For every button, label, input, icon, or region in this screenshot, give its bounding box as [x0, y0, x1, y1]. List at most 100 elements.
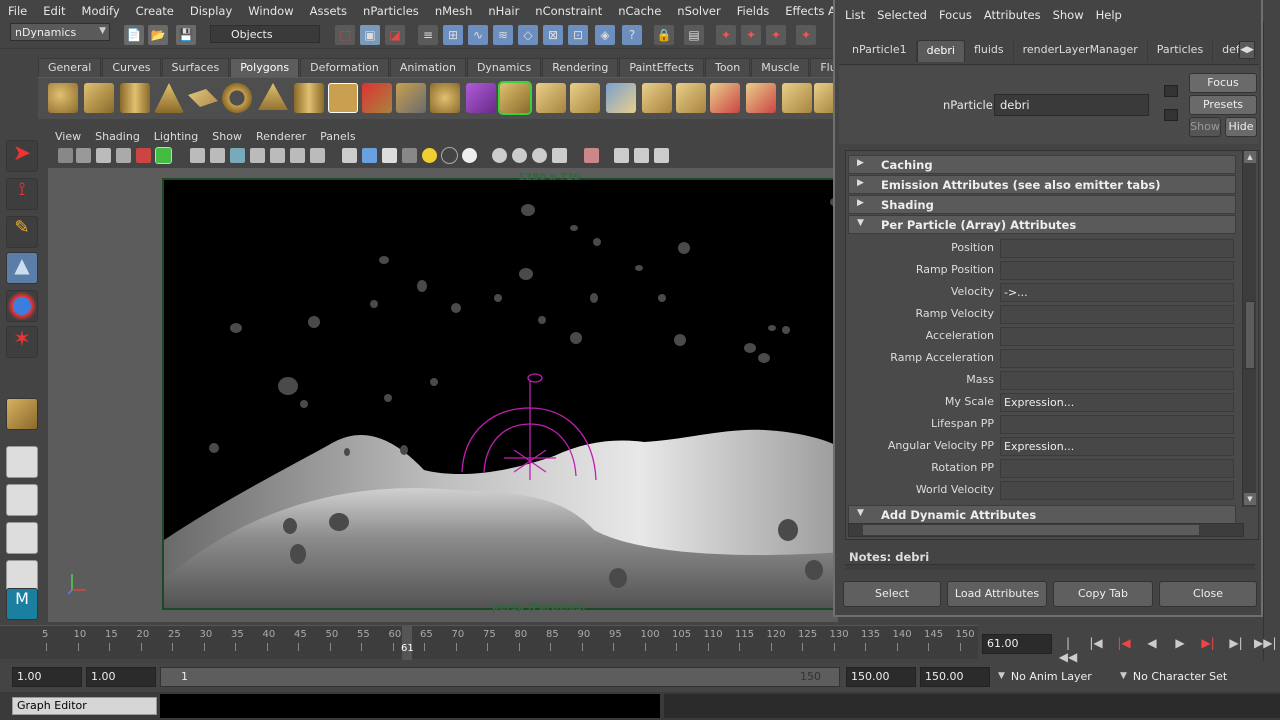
xray-active-components-icon[interactable] — [634, 148, 649, 163]
split-polygon-icon[interactable] — [606, 83, 636, 113]
step-forward-frame-icon[interactable]: ▶| — [1226, 636, 1246, 654]
ae-menu-selected[interactable]: Selected — [871, 8, 933, 22]
shelf-tab-dynamics[interactable]: Dynamics — [466, 58, 542, 77]
shelf-tab-general[interactable]: General — [38, 58, 102, 77]
go-to-start-icon[interactable]: |◀◀ — [1058, 636, 1078, 664]
menu-display[interactable]: Display — [182, 4, 240, 18]
attr-value-field[interactable] — [1000, 459, 1234, 478]
render-view-icon[interactable]: ✦ — [716, 25, 736, 45]
step-back-key-icon[interactable]: |◀ — [1114, 636, 1134, 654]
output-connection-icon[interactable] — [1164, 109, 1178, 121]
node-name-field[interactable]: debri — [994, 94, 1149, 116]
notes-field[interactable] — [845, 564, 1255, 570]
input-connection-icon[interactable] — [1164, 85, 1178, 97]
current-time-field[interactable]: 61.00 — [982, 634, 1052, 654]
rotate-tool-icon[interactable] — [6, 290, 38, 322]
command-input[interactable] — [160, 694, 660, 718]
tab-scroll-arrows[interactable]: ◀▶ — [1239, 41, 1255, 59]
isolate-select-icon[interactable] — [552, 148, 567, 163]
ae-menu-list[interactable]: List — [839, 8, 871, 22]
field-chart-icon[interactable] — [270, 148, 285, 163]
attr-value-field[interactable] — [1000, 239, 1234, 258]
select-by-component-icon[interactable]: ◪ — [385, 25, 405, 45]
planar-mapping-icon[interactable] — [782, 83, 812, 113]
lasso-tool-icon[interactable]: ⟟ — [6, 178, 38, 210]
shelf-tab-rendering[interactable]: Rendering — [542, 58, 619, 77]
vertical-scrollbar[interactable]: ▲ ▼ — [1242, 151, 1256, 507]
motion-blur-icon[interactable] — [492, 148, 507, 163]
lock-icon[interactable]: 🔒 — [654, 25, 674, 45]
poly-torus-icon[interactable] — [222, 83, 252, 113]
anim-layer-dropdown[interactable]: ▼ No Anim Layer — [994, 667, 1112, 685]
shelf-tab-surfaces[interactable]: Surfaces — [161, 58, 230, 77]
menu-nhair[interactable]: nHair — [480, 4, 527, 18]
ipr-icon[interactable]: ✦ — [766, 25, 786, 45]
two-d-pan-icon[interactable] — [136, 148, 151, 163]
bookmarks-icon[interactable] — [96, 148, 111, 163]
film-gate-icon[interactable] — [210, 148, 225, 163]
graph-editor-minimized[interactable]: Graph Editor — [12, 697, 157, 715]
viewport-menu-show[interactable]: Show — [205, 130, 249, 143]
character-set-dropdown[interactable]: ▼ No Character Set — [1116, 667, 1260, 685]
attr-value-field[interactable]: Expression... — [1000, 437, 1234, 456]
depth-of-field-icon[interactable] — [532, 148, 547, 163]
poly-cone-icon[interactable] — [154, 83, 184, 113]
xray-icon[interactable] — [584, 148, 599, 163]
shelf-tab-painteffects[interactable]: PaintEffects — [619, 58, 704, 77]
boolean-icon[interactable] — [466, 83, 496, 113]
mask-icon[interactable]: ≡ — [418, 25, 438, 45]
go-to-end-icon[interactable]: ▶▶| — [1254, 636, 1277, 654]
hide-button[interactable]: Hide — [1225, 117, 1257, 137]
menu-nmesh[interactable]: nMesh — [427, 4, 481, 18]
shadows-icon[interactable] — [441, 147, 458, 164]
ae-tab-nparticle1[interactable]: nParticle1 — [843, 40, 917, 62]
selection-mode-field[interactable]: Objects — [210, 25, 320, 43]
delete-edge-icon[interactable] — [746, 83, 776, 113]
paint-select-tool-icon[interactable]: ✎ — [6, 216, 38, 248]
image-plane-icon[interactable] — [116, 148, 131, 163]
gate-mask-icon[interactable] — [250, 148, 265, 163]
extrude-icon[interactable] — [498, 81, 532, 115]
viewport-menu-view[interactable]: View — [48, 130, 88, 143]
insert-edge-loop-icon[interactable] — [642, 83, 672, 113]
snap-point-icon[interactable]: ≋ — [493, 25, 513, 45]
menu-create[interactable]: Create — [128, 4, 182, 18]
resolution-gate-icon[interactable] — [230, 148, 245, 163]
menu-modify[interactable]: Modify — [74, 4, 128, 18]
scroll-up-icon[interactable]: ▲ — [1244, 151, 1256, 163]
menu-file[interactable]: File — [0, 4, 35, 18]
wireframe-icon[interactable] — [342, 148, 357, 163]
poly-pipe-icon[interactable] — [294, 83, 324, 113]
snap-view-plane-icon[interactable]: ◇ — [518, 25, 538, 45]
playback-end-field[interactable]: 150.00 — [846, 667, 916, 687]
section-emission-attributes-see-also-emitter-tabs[interactable]: ▶ Emission Attributes (see also emitter t… — [848, 175, 1236, 194]
combine-icon[interactable] — [362, 83, 392, 113]
ae-tab-renderlayermanager[interactable]: renderLayerManager — [1014, 40, 1148, 62]
shelf-tab-deformation[interactable]: Deformation — [300, 58, 389, 77]
safe-title-icon[interactable] — [310, 148, 325, 163]
menu-edit[interactable]: Edit — [35, 4, 73, 18]
poly-cube-icon[interactable] — [84, 83, 114, 113]
attr-value-field[interactable]: ->... — [1000, 283, 1234, 302]
poly-cylinder-icon[interactable] — [120, 83, 150, 113]
load-attributes-button[interactable]: Load Attributes — [947, 581, 1047, 607]
range-slider-bar[interactable]: 1 150 — [160, 667, 840, 687]
merge-icon[interactable] — [710, 83, 740, 113]
ae-menu-help[interactable]: Help — [1090, 8, 1128, 22]
play-forwards-icon[interactable]: ▶ — [1170, 636, 1190, 654]
camera-attributes-icon[interactable] — [76, 148, 91, 163]
append-polygon-icon[interactable] — [570, 83, 600, 113]
smooth-shade-icon[interactable] — [362, 148, 377, 163]
bridge-icon[interactable] — [536, 83, 566, 113]
step-forward-key-icon[interactable]: ▶| — [1198, 636, 1218, 654]
scroll-thumb[interactable] — [1245, 301, 1255, 369]
section-per-particle-array-attributes[interactable]: ▼ Per Particle (Array) Attributes — [848, 215, 1236, 234]
help-icon[interactable]: ? — [622, 25, 642, 45]
select-by-hierarchy-icon[interactable]: ⬚ — [335, 25, 355, 45]
wireframe-on-shaded-icon[interactable] — [382, 148, 397, 163]
close-button[interactable]: Close — [1159, 581, 1257, 607]
copy-tab-button[interactable]: Copy Tab — [1053, 581, 1153, 607]
xray-joints-icon[interactable] — [614, 148, 629, 163]
end-time-field[interactable]: 150.00 — [920, 667, 990, 687]
horizontal-scrollbar[interactable] — [848, 523, 1244, 537]
